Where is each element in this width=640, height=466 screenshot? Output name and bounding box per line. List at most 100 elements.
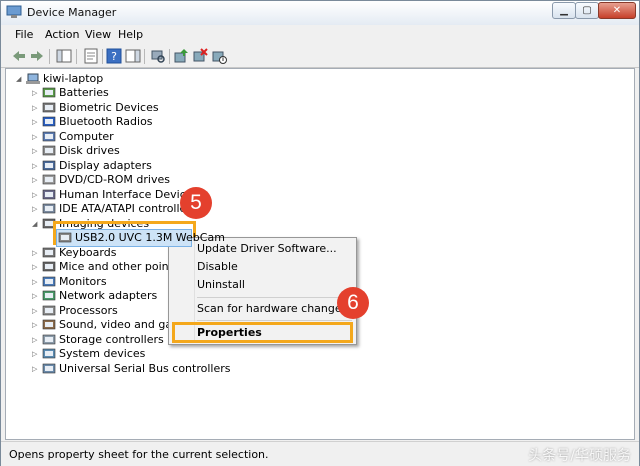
menu-view[interactable]: View	[85, 28, 111, 41]
scan-hardware-menu-item[interactable]: Scan for hardware changes	[197, 302, 347, 315]
step-5-badge: 5	[180, 187, 212, 219]
tree-item-label: Bluetooth Radios	[59, 115, 153, 128]
collapse-arrow-icon[interactable]: ◢	[32, 220, 40, 228]
step-6-badge: 6	[337, 287, 369, 319]
processor-icon	[42, 305, 56, 315]
tree-item-label: Network adapters	[59, 289, 158, 302]
battery-icon	[42, 87, 56, 98]
tree-category[interactable]: ▷ Disk drives	[32, 144, 272, 158]
status-bar: Opens property sheet for the current sel…	[1, 441, 639, 466]
expand-arrow-icon[interactable]: ▷	[32, 147, 40, 155]
window-title: Device Manager	[27, 6, 117, 19]
expand-arrow-icon[interactable]: ▷	[32, 176, 40, 184]
menu-bar: File Action View Help	[1, 25, 639, 45]
laptop-icon	[26, 73, 40, 84]
toolbar: ?	[1, 45, 639, 68]
tree-item-label: Storage controllers	[59, 332, 164, 346]
expand-arrow-icon[interactable]: ▷	[32, 292, 40, 300]
expand-arrow-icon[interactable]: ▷	[32, 118, 40, 126]
disable-device-icon[interactable]	[211, 48, 227, 64]
ide-controller-icon	[42, 203, 56, 214]
expand-arrow-icon[interactable]: ▷	[32, 104, 40, 112]
help-icon[interactable]: ?	[106, 48, 122, 64]
expand-arrow-icon[interactable]: ▷	[32, 263, 40, 271]
tree-category[interactable]: ▷ Computer	[32, 130, 272, 144]
expand-arrow-icon[interactable]: ▷	[32, 350, 40, 358]
action-pane-icon[interactable]	[125, 48, 141, 64]
monitor-icon	[42, 276, 56, 286]
tree-item-label: Computer	[59, 129, 114, 143]
tree-item-webcam[interactable]: USB2.0 UVC 1.3M WebCam	[48, 229, 288, 247]
tree-category[interactable]: ▷ System devices	[32, 347, 272, 361]
expand-arrow-icon[interactable]: ▷	[32, 205, 40, 213]
expand-arrow-icon[interactable]: ▷	[32, 162, 40, 170]
close-button[interactable]: ✕	[598, 2, 636, 19]
tree-item-label: Processors	[59, 303, 118, 317]
sound-icon	[42, 319, 56, 330]
tree-category[interactable]: ▷ Display adapters	[32, 159, 272, 173]
expand-arrow-icon[interactable]: ▷	[32, 336, 40, 344]
minimize-button[interactable]: ▁	[552, 2, 576, 19]
menu-file[interactable]: File	[15, 28, 33, 41]
tree-item-label: Display adapters	[59, 158, 152, 172]
tree-item-label: System devices	[59, 347, 146, 360]
expand-arrow-icon[interactable]: ▷	[32, 191, 40, 199]
properties-highlight-box	[172, 322, 353, 343]
usb-icon	[42, 363, 56, 373]
system-device-icon	[42, 348, 56, 359]
network-adapter-icon	[42, 290, 56, 301]
tree-category[interactable]: ▷ DVD/CD-ROM drives	[32, 173, 272, 187]
tree-item-label: USB2.0 UVC 1.3M WebCam	[75, 231, 225, 244]
scan-hardware-icon[interactable]	[150, 48, 166, 64]
tree-category[interactable]: ▷ Bluetooth Radios	[32, 115, 272, 129]
computer-icon	[42, 131, 56, 141]
watermark: 头条号/华硕服务	[528, 448, 631, 464]
display-adapter-icon	[42, 160, 56, 170]
expand-arrow-icon[interactable]: ▷	[32, 307, 40, 315]
expand-arrow-icon[interactable]: ▷	[32, 89, 40, 97]
show-hide-console-tree-icon[interactable]	[56, 48, 72, 64]
collapse-arrow-icon[interactable]: ◢	[16, 75, 24, 83]
expand-arrow-icon[interactable]: ▷	[32, 365, 40, 373]
tree-category[interactable]: ▷ Biometric Devices	[32, 101, 272, 115]
menu-action[interactable]: Action	[45, 28, 79, 41]
tree-item-label: IDE ATA/ATAPI controllers	[59, 202, 197, 215]
uninstall-icon[interactable]	[192, 48, 208, 64]
uninstall-menu-item[interactable]: Uninstall	[197, 278, 245, 291]
tree-item-label: Biometric Devices	[59, 100, 159, 114]
back-arrow-icon[interactable]	[11, 48, 27, 64]
tree-item-label: Disk drives	[59, 144, 120, 157]
disk-drive-icon	[42, 145, 56, 156]
svg-text:?: ?	[111, 50, 117, 63]
device-manager-app-icon	[6, 5, 22, 18]
tree-root-label: kiwi-laptop	[43, 72, 104, 85]
hid-icon	[42, 189, 56, 199]
tree-item-label: Monitors	[59, 274, 107, 288]
tree-item-label: Human Interface Devices	[59, 187, 199, 201]
tree-root[interactable]: ◢ kiwi-laptop	[16, 72, 216, 86]
properties-icon[interactable]	[83, 48, 99, 64]
bluetooth-icon	[42, 116, 56, 127]
title-bar[interactable]: Device Manager ▁ ▢ ✕	[1, 1, 639, 25]
tree-category[interactable]: ▷ Human Interface Devices	[32, 188, 272, 202]
expand-arrow-icon[interactable]: ▷	[32, 249, 40, 257]
forward-arrow-icon[interactable]	[29, 48, 45, 64]
storage-controller-icon	[42, 334, 56, 344]
tree-item-label: Keyboards	[59, 245, 117, 259]
maximize-button[interactable]: ▢	[575, 2, 599, 19]
update-driver-icon[interactable]	[173, 48, 189, 64]
tree-item-label: DVD/CD-ROM drives	[59, 173, 170, 186]
expand-arrow-icon[interactable]: ▷	[32, 133, 40, 141]
fingerprint-icon	[42, 102, 56, 112]
tree-category[interactable]: ▷ Batteries	[32, 86, 272, 100]
keyboard-icon	[42, 247, 56, 257]
expand-arrow-icon[interactable]: ▷	[32, 321, 40, 329]
menu-help[interactable]: Help	[118, 28, 143, 41]
tree-category[interactable]: ▷ Universal Serial Bus controllers	[32, 362, 272, 376]
expand-arrow-icon[interactable]: ▷	[32, 278, 40, 286]
tree-category[interactable]: ▷ IDE ATA/ATAPI controllers	[32, 202, 272, 216]
status-text: Opens property sheet for the current sel…	[9, 448, 269, 461]
tree-item-label: Universal Serial Bus controllers	[59, 361, 231, 375]
disable-menu-item[interactable]: Disable	[197, 260, 238, 273]
tree-item-label: Batteries	[59, 86, 109, 99]
